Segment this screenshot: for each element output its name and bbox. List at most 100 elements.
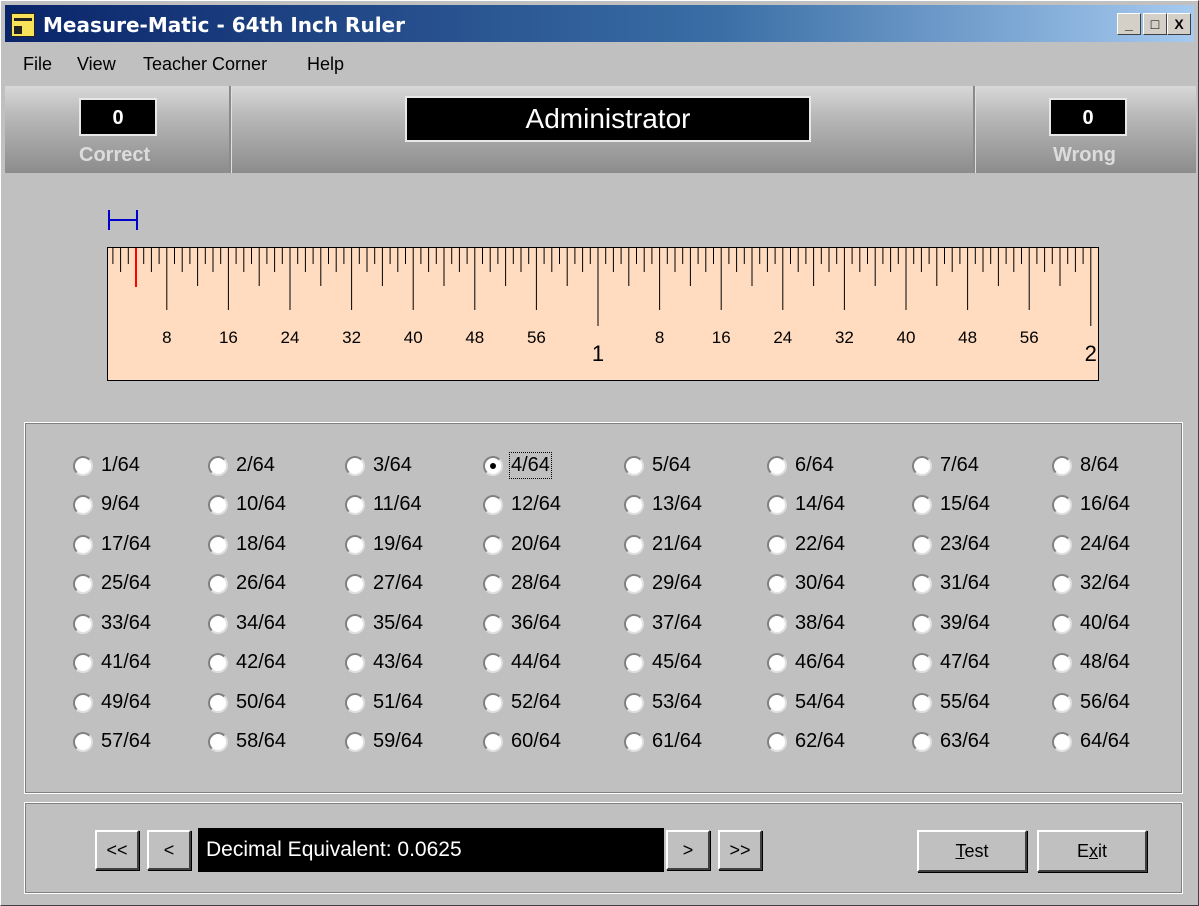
fraction-option[interactable]: 11/64 xyxy=(345,493,465,523)
menu-teacher-corner[interactable]: Teacher Corner xyxy=(143,54,267,75)
radio-button[interactable] xyxy=(624,653,644,673)
radio-button[interactable] xyxy=(767,732,787,752)
radio-button[interactable] xyxy=(912,456,932,476)
radio-button[interactable] xyxy=(345,653,365,673)
fraction-option[interactable]: 20/64 xyxy=(483,533,603,563)
fraction-option[interactable]: 48/64 xyxy=(1052,651,1172,681)
radio-button[interactable] xyxy=(345,732,365,752)
fraction-option[interactable]: 24/64 xyxy=(1052,533,1172,563)
radio-button[interactable] xyxy=(483,653,503,673)
radio-button[interactable] xyxy=(483,574,503,594)
radio-button[interactable] xyxy=(767,456,787,476)
radio-button[interactable] xyxy=(483,495,503,515)
fraction-option[interactable]: 33/64 xyxy=(73,612,193,642)
fraction-option[interactable]: 42/64 xyxy=(208,651,328,681)
inch-ruler[interactable]: 8 16 24 32 40 48 56 1 8 16 24 32 40 48 56 2 xyxy=(107,247,1099,381)
radio-button[interactable] xyxy=(73,693,93,713)
radio-button[interactable] xyxy=(345,495,365,515)
fraction-option[interactable]: 64/64 xyxy=(1052,730,1172,760)
fraction-option[interactable]: 47/64 xyxy=(912,651,1032,681)
radio-button[interactable] xyxy=(208,614,228,634)
fraction-option[interactable]: 19/64 xyxy=(345,533,465,563)
fraction-option[interactable]: 45/64 xyxy=(624,651,744,681)
radio-button[interactable] xyxy=(912,574,932,594)
radio-button[interactable] xyxy=(912,495,932,515)
radio-button[interactable] xyxy=(624,693,644,713)
radio-button[interactable] xyxy=(208,693,228,713)
radio-button[interactable] xyxy=(767,495,787,515)
radio-button[interactable] xyxy=(912,535,932,555)
minimize-button[interactable]: _ xyxy=(1117,13,1141,35)
fraction-option[interactable]: 14/64 xyxy=(767,493,887,523)
radio-button[interactable] xyxy=(73,456,93,476)
fraction-option[interactable]: 39/64 xyxy=(912,612,1032,642)
fraction-option[interactable]: 35/64 xyxy=(345,612,465,642)
radio-button[interactable] xyxy=(1052,732,1072,752)
radio-button[interactable] xyxy=(624,574,644,594)
radio-button[interactable] xyxy=(345,535,365,555)
fraction-option[interactable]: 7/64 xyxy=(912,454,1032,484)
radio-button[interactable] xyxy=(345,614,365,634)
radio-button[interactable] xyxy=(73,732,93,752)
fraction-option[interactable]: 22/64 xyxy=(767,533,887,563)
radio-button[interactable] xyxy=(73,614,93,634)
title-bar[interactable]: Measure-Matic - 64th Inch Ruler _ □ X xyxy=(5,5,1194,42)
radio-button[interactable] xyxy=(624,495,644,515)
menu-view[interactable]: View xyxy=(77,54,116,75)
radio-button[interactable] xyxy=(208,653,228,673)
fraction-option[interactable]: 16/64 xyxy=(1052,493,1172,523)
exit-button[interactable]: Exit xyxy=(1037,830,1147,872)
fraction-option[interactable]: 3/64 xyxy=(345,454,465,484)
fraction-option[interactable]: 21/64 xyxy=(624,533,744,563)
fraction-option[interactable]: 4/64 xyxy=(483,452,603,484)
fraction-option[interactable]: 18/64 xyxy=(208,533,328,563)
fraction-option[interactable]: 58/64 xyxy=(208,730,328,760)
fraction-option[interactable]: 59/64 xyxy=(345,730,465,760)
fraction-option[interactable]: 61/64 xyxy=(624,730,744,760)
fraction-option[interactable]: 8/64 xyxy=(1052,454,1172,484)
radio-button[interactable] xyxy=(208,574,228,594)
radio-button[interactable] xyxy=(1052,495,1072,515)
radio-button[interactable] xyxy=(1052,653,1072,673)
radio-button[interactable] xyxy=(912,653,932,673)
fraction-option[interactable]: 23/64 xyxy=(912,533,1032,563)
fraction-option[interactable]: 15/64 xyxy=(912,493,1032,523)
radio-button[interactable] xyxy=(208,732,228,752)
fraction-option[interactable]: 56/64 xyxy=(1052,691,1172,721)
radio-button[interactable] xyxy=(912,693,932,713)
fraction-option[interactable]: 34/64 xyxy=(208,612,328,642)
fraction-option[interactable]: 9/64 xyxy=(73,493,193,523)
radio-button[interactable] xyxy=(624,732,644,752)
radio-button[interactable] xyxy=(73,495,93,515)
fraction-option[interactable]: 38/64 xyxy=(767,612,887,642)
radio-button[interactable] xyxy=(767,693,787,713)
fraction-option[interactable]: 10/64 xyxy=(208,493,328,523)
radio-button[interactable] xyxy=(345,574,365,594)
radio-button[interactable] xyxy=(624,535,644,555)
previous-button[interactable]: < xyxy=(147,830,191,870)
fraction-option[interactable]: 50/64 xyxy=(208,691,328,721)
first-button[interactable]: << xyxy=(95,830,139,870)
radio-button[interactable] xyxy=(912,614,932,634)
fraction-option[interactable]: 60/64 xyxy=(483,730,603,760)
fraction-option[interactable]: 57/64 xyxy=(73,730,193,760)
next-button[interactable]: > xyxy=(666,830,710,870)
radio-button[interactable] xyxy=(1052,693,1072,713)
fraction-option[interactable]: 12/64 xyxy=(483,493,603,523)
fraction-option[interactable]: 44/64 xyxy=(483,651,603,681)
fraction-option[interactable]: 37/64 xyxy=(624,612,744,642)
fraction-option[interactable]: 32/64 xyxy=(1052,572,1172,602)
radio-button[interactable] xyxy=(73,653,93,673)
fraction-option[interactable]: 30/64 xyxy=(767,572,887,602)
close-button[interactable]: X xyxy=(1167,13,1191,35)
fraction-option[interactable]: 52/64 xyxy=(483,691,603,721)
radio-button[interactable] xyxy=(483,456,503,476)
fraction-option[interactable]: 5/64 xyxy=(624,454,744,484)
fraction-option[interactable]: 41/64 xyxy=(73,651,193,681)
fraction-option[interactable]: 36/64 xyxy=(483,612,603,642)
fraction-option[interactable]: 2/64 xyxy=(208,454,328,484)
radio-button[interactable] xyxy=(345,456,365,476)
fraction-option[interactable]: 55/64 xyxy=(912,691,1032,721)
fraction-option[interactable]: 27/64 xyxy=(345,572,465,602)
last-button[interactable]: >> xyxy=(718,830,762,870)
